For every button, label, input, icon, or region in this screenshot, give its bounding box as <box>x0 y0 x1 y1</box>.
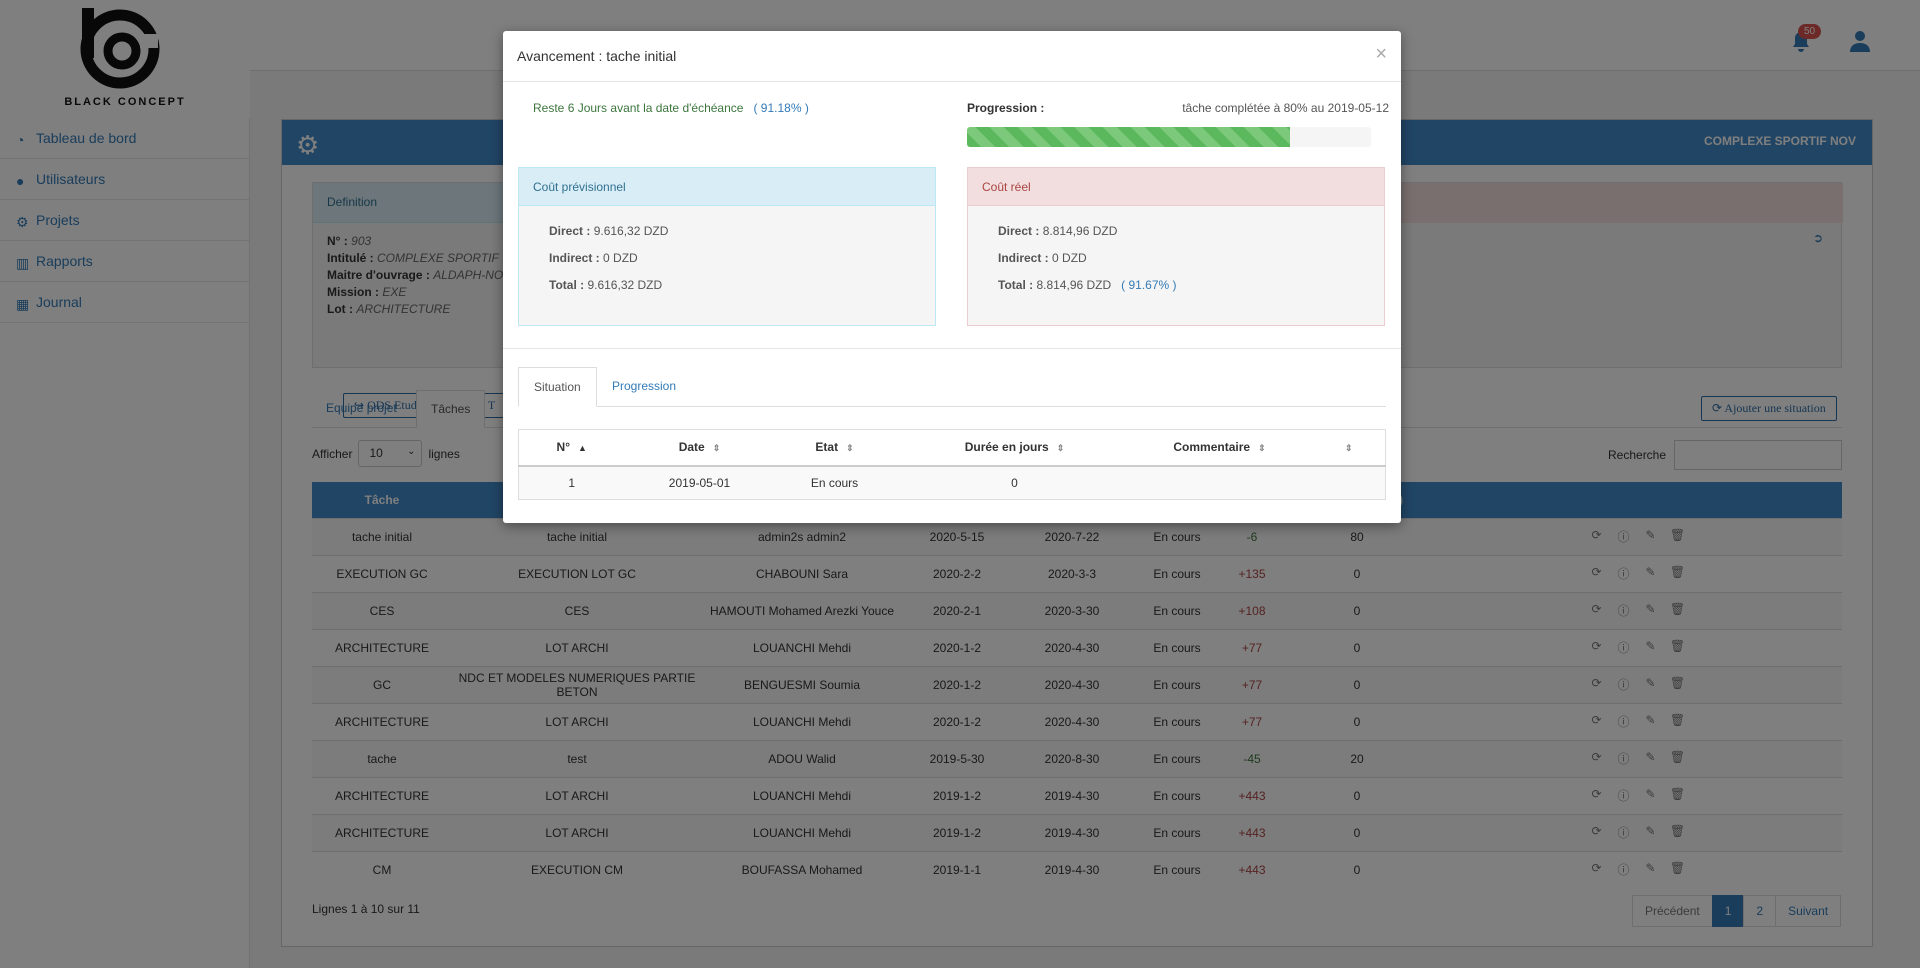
remaining-days: Reste 6 Jours avant la date d'échéance( … <box>533 101 809 115</box>
progression-text: tâche complétée à 80% au 2019-05-12 <box>1182 101 1389 115</box>
col-etat[interactable]: Etat ⇕ <box>774 429 895 467</box>
modal-title: Avancement : tache initial <box>503 31 1401 82</box>
sort-icon: ⇕ <box>1258 443 1266 454</box>
progress-bar <box>967 127 1371 147</box>
sort-asc-icon: ▲ <box>578 443 587 454</box>
real-total: Total : 8.814,96 DZD( 91.67% ) <box>998 278 1177 292</box>
table-row: 1 2019-05-01 En cours 0 <box>518 465 1386 500</box>
forecast-indirect: Indirect : 0 DZD <box>549 251 638 265</box>
real-direct: Direct : 8.814,96 DZD <box>998 224 1118 238</box>
tab-situation[interactable]: Situation <box>518 367 597 407</box>
sort-icon: ⇕ <box>712 443 721 454</box>
modal-tabs: Situation Progression <box>518 367 1386 407</box>
col-date[interactable]: Date ⇕ <box>624 429 775 467</box>
sort-icon: ⇕ <box>1056 443 1065 454</box>
col-actions[interactable]: ⇕ <box>1304 429 1386 467</box>
cost-real-title: Coût réel <box>968 168 1384 206</box>
forecast-direct: Direct : 9.616,32 DZD <box>549 224 669 238</box>
cost-forecast-title: Coût prévisionnel <box>519 168 935 206</box>
col-number[interactable]: N° ▲ <box>518 429 625 467</box>
col-commentaire[interactable]: Commentaire ⇕ <box>1134 429 1305 467</box>
progress-bar-fill <box>967 127 1291 147</box>
progression-label: Progression : <box>967 101 1045 115</box>
tab-progression[interactable]: Progression <box>597 367 691 407</box>
cost-real-box: Coût réel Direct : 8.814,96 DZD Indirect… <box>967 167 1385 326</box>
col-duree[interactable]: Durée en jours ⇕ <box>894 429 1135 467</box>
modal-divider <box>503 348 1401 349</box>
progress-modal: Avancement : tache initial × Reste 6 Jou… <box>503 31 1401 523</box>
sort-icon: ⇕ <box>1344 443 1353 454</box>
close-icon[interactable]: × <box>1375 43 1387 66</box>
real-indirect: Indirect : 0 DZD <box>998 251 1087 265</box>
cost-forecast-box: Coût prévisionnel Direct : 9.616,32 DZD … <box>518 167 936 326</box>
forecast-total: Total : 9.616,32 DZD <box>549 278 663 292</box>
situation-table: N° ▲ Date ⇕ Etat ⇕ Durée en jours ⇕ Commenta… <box>518 429 1386 500</box>
sort-icon: ⇕ <box>846 443 854 454</box>
